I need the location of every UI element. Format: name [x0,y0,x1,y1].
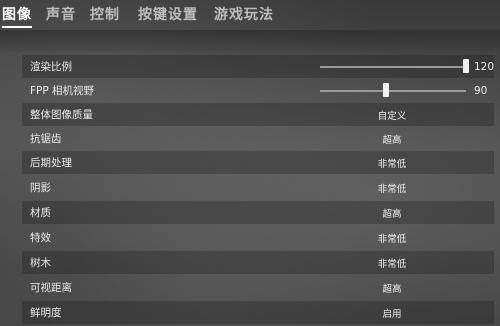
setting-row-foliage[interactable]: 树木 非常低 [22,251,494,274]
setting-row-anti-aliasing[interactable]: 抗锯齿 超高 [22,127,494,150]
view-distance-label: 可视距离 [30,282,72,294]
anti-aliasing-label: 抗锯齿 [30,133,62,145]
active-tab-indicator [2,26,32,28]
setting-row-sharpen[interactable]: 鲜明度 启用 [22,301,494,324]
render-scale-value: 120 [474,60,495,73]
post-processing-value[interactable]: 非常低 [352,156,432,170]
tab-sound[interactable]: 声音 [46,4,76,24]
shadows-label: 阴影 [30,182,51,194]
render-scale-slider-thumb[interactable] [463,59,469,73]
effects-value[interactable]: 非常低 [352,231,432,245]
fpp-fov-slider-thumb[interactable] [382,83,389,97]
shadows-value[interactable]: 非常低 [352,181,432,195]
setting-row-post-processing[interactable]: 后期处理 非常低 [22,151,494,174]
foliage-label: 树木 [30,257,51,269]
foliage-value[interactable]: 非常低 [352,256,432,270]
tab-keybindings[interactable]: 按键设置 [138,4,198,24]
render-scale-slider-track[interactable] [320,66,466,68]
setting-row-effects[interactable]: 特效 非常低 [22,226,494,249]
setting-row-textures[interactable]: 材质 超高 [22,201,494,224]
render-scale-label: 渲染比例 [30,61,72,73]
tab-graphics[interactable]: 图像 [2,4,32,24]
post-processing-label: 后期处理 [30,157,72,169]
setting-row-fpp-fov: FPP 相机视野 90 [22,79,494,102]
view-distance-value[interactable]: 超高 [352,281,432,295]
sharpen-value[interactable]: 启用 [352,306,432,320]
fpp-fov-slider-track[interactable] [320,90,466,92]
overall-quality-label: 整体图像质量 [30,109,93,121]
fpp-fov-label: FPP 相机视野 [30,85,95,97]
tab-gameplay[interactable]: 游戏玩法 [214,4,274,24]
textures-value[interactable]: 超高 [352,206,432,220]
setting-row-overall-quality[interactable]: 整体图像质量 自定义 [22,103,494,126]
overall-quality-value[interactable]: 自定义 [352,108,432,122]
setting-row-render-scale: 渲染比例 120 [22,55,494,78]
sharpen-label: 鲜明度 [30,307,62,319]
textures-label: 材质 [30,207,51,219]
fpp-fov-value: 90 [474,84,488,97]
sub-header-bar [0,30,500,52]
tab-controls[interactable]: 控制 [90,4,120,24]
effects-label: 特效 [30,232,51,244]
anti-aliasing-value[interactable]: 超高 [352,132,432,146]
setting-row-shadows[interactable]: 阴影 非常低 [22,176,494,199]
tab-bar: 图像 声音 控制 按键设置 游戏玩法 [0,0,500,32]
setting-row-view-distance[interactable]: 可视距离 超高 [22,276,494,299]
